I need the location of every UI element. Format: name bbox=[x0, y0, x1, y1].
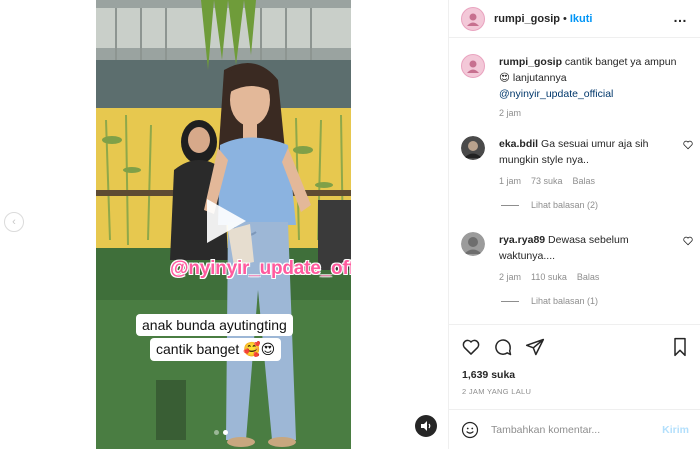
comment-text: rya.rya89 Dewasa sebelum waktunya.... bbox=[499, 232, 679, 264]
caption-avatar[interactable] bbox=[461, 54, 485, 78]
more-icon[interactable]: … bbox=[673, 9, 688, 25]
caption-mention[interactable]: @nyinyir_update_official bbox=[499, 88, 613, 100]
comment-item: eka.bdil Ga sesuai umur aja sih mungkin … bbox=[461, 136, 693, 210]
header-username[interactable]: rumpi_gosip bbox=[494, 13, 560, 25]
caption-username[interactable]: rumpi_gosip bbox=[499, 56, 562, 68]
view-replies-button[interactable]: Lihat balasan (1) bbox=[501, 296, 693, 306]
audio-toggle-button[interactable] bbox=[415, 415, 437, 437]
carousel-dot-active bbox=[223, 430, 228, 435]
caption-meta: 2 jam bbox=[499, 108, 693, 118]
caption-text: rumpi_gosip cantik banget ya ampun 😍 lan… bbox=[499, 54, 679, 102]
commenter-avatar[interactable] bbox=[461, 136, 485, 160]
likes-count[interactable]: 1,639 suka bbox=[462, 369, 515, 381]
replies-divider bbox=[501, 300, 519, 302]
play-icon[interactable] bbox=[203, 196, 249, 246]
comment-likes[interactable]: 73 suka bbox=[531, 176, 563, 186]
comment-text: eka.bdil Ga sesuai umur aja sih mungkin … bbox=[499, 136, 679, 168]
video-caption-line-2: cantik banget 🥰😍 bbox=[150, 338, 282, 361]
comment-reply-button[interactable]: Balas bbox=[573, 176, 596, 186]
heart-icon[interactable] bbox=[461, 337, 481, 357]
header-separator: • bbox=[563, 12, 567, 25]
follow-button[interactable]: Ikuti bbox=[570, 13, 593, 25]
comment-meta: 2 jam 110 suka Balas bbox=[499, 272, 693, 282]
commenter-avatar[interactable] bbox=[461, 232, 485, 256]
carousel-indicator bbox=[214, 430, 228, 435]
comment-username[interactable]: eka.bdil bbox=[499, 138, 538, 150]
audio-icon bbox=[421, 421, 431, 431]
comment-likes[interactable]: 110 suka bbox=[531, 272, 567, 282]
comment-icon[interactable] bbox=[493, 337, 513, 357]
emoji-icon[interactable] bbox=[461, 421, 479, 439]
comment-like-heart-icon[interactable] bbox=[683, 236, 693, 246]
post-header: rumpi_gosip • Ikuti … bbox=[449, 0, 700, 38]
add-comment-bar: Kirim bbox=[449, 409, 700, 449]
bookmark-icon[interactable] bbox=[671, 337, 689, 357]
profile-avatar-icon bbox=[467, 60, 479, 73]
comment-time: 2 jam bbox=[499, 272, 522, 282]
carousel-prev-button[interactable]: ‹ bbox=[4, 212, 24, 232]
view-replies-label: Lihat balasan (1) bbox=[531, 296, 599, 306]
view-replies-label: Lihat balasan (2) bbox=[531, 200, 599, 210]
post-detail-panel: rumpi_gosip • Ikuti … rumpi_gosip cantik… bbox=[448, 0, 700, 449]
action-icons bbox=[461, 337, 545, 357]
comment-reply-button[interactable]: Balas bbox=[577, 272, 600, 282]
comment-item: rya.rya89 Dewasa sebelum waktunya.... 2 … bbox=[461, 232, 693, 306]
watermark-text: @nyinyir_update_official bbox=[170, 258, 351, 279]
comment-input[interactable] bbox=[491, 423, 651, 436]
post-actions: 1,639 suka 2 JAM YANG LALU bbox=[449, 324, 700, 409]
post-time: 2 JAM YANG LALU bbox=[462, 387, 532, 396]
replies-divider bbox=[501, 204, 519, 206]
chevron-left-icon: ‹ bbox=[12, 216, 16, 228]
profile-avatar-icon bbox=[467, 13, 479, 26]
carousel-dot bbox=[214, 430, 219, 435]
comment-time: 1 jam bbox=[499, 176, 522, 186]
video-caption-line-1: anak bunda ayutingting bbox=[136, 314, 293, 336]
comment-meta: 1 jam 73 suka Balas bbox=[499, 176, 693, 186]
post-comment-button[interactable]: Kirim bbox=[662, 424, 689, 436]
comments-list[interactable]: rumpi_gosip cantik banget ya ampun 😍 lan… bbox=[449, 44, 700, 324]
comment-like-heart-icon[interactable] bbox=[683, 140, 693, 150]
post-caption: rumpi_gosip cantik banget ya ampun 😍 lan… bbox=[461, 54, 693, 118]
media-area: ‹ @nyinyir_update_of anak bunda ayutingt… bbox=[0, 0, 448, 449]
view-replies-button[interactable]: Lihat balasan (2) bbox=[501, 200, 693, 210]
avatar[interactable] bbox=[461, 6, 485, 31]
comment-username[interactable]: rya.rya89 bbox=[499, 234, 545, 246]
caption-time: 2 jam bbox=[499, 108, 522, 118]
share-icon[interactable] bbox=[525, 337, 545, 357]
video-player[interactable]: @nyinyir_update_official anak bunda ayut… bbox=[96, 0, 351, 449]
